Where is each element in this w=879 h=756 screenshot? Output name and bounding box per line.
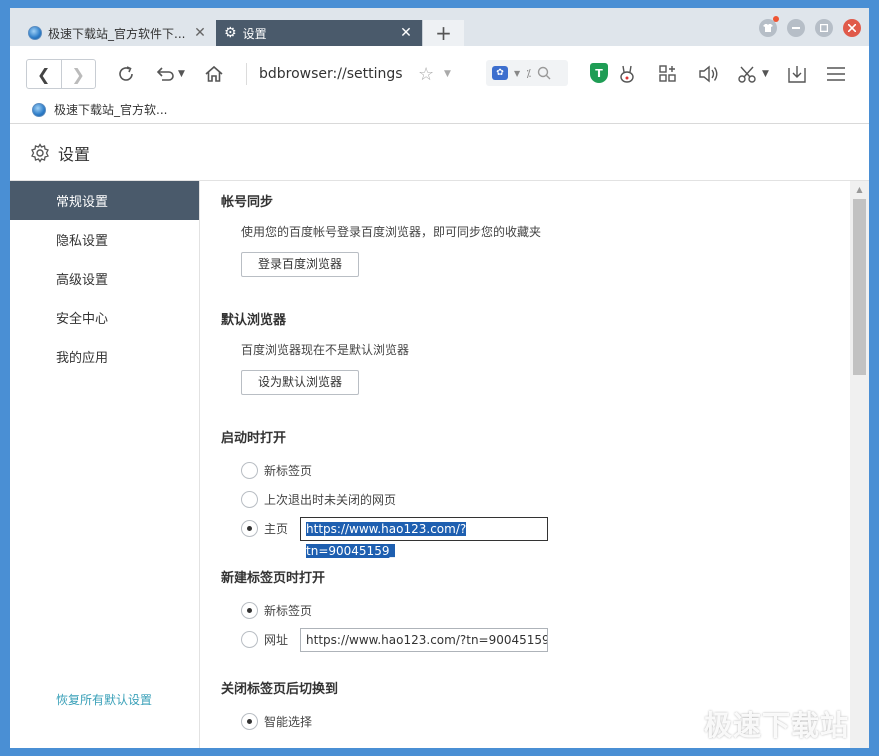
tab-settings[interactable]: ⚙ 设置 ✕ (216, 20, 422, 46)
sidebar-item-general[interactable]: 常规设置 (10, 181, 199, 220)
radio-button[interactable] (241, 491, 258, 508)
settings-sidebar: 常规设置 隐私设置 高级设置 安全中心 我的应用 恢复所有默认设置 (10, 181, 200, 748)
radio-button[interactable] (241, 602, 258, 619)
section-title-close-tab: 关闭标签页后切换到 (221, 682, 339, 697)
startup-option-restore[interactable]: 上次退出时未关闭的网页 (241, 485, 850, 514)
close-icon[interactable]: ✕ (398, 25, 414, 41)
homepage-url-value: https://www.hao123.com/?tn=90045159_ (306, 521, 467, 558)
scissors-icon[interactable] (737, 62, 757, 86)
radio-label: 上次退出时未关闭的网页 (264, 493, 397, 507)
new-tab-button[interactable]: + (422, 20, 464, 46)
radio-label: 新标签页 (264, 604, 313, 618)
close-icon[interactable]: ✕ (192, 25, 208, 41)
home-icon (205, 65, 223, 82)
close-icon (848, 24, 856, 32)
radio-button[interactable] (241, 520, 258, 537)
refresh-button[interactable] (116, 62, 136, 86)
sidebar-item-security[interactable]: 安全中心 (10, 298, 199, 337)
globe-icon (28, 26, 42, 40)
shield-icon[interactable]: T (590, 63, 608, 83)
startup-option-homepage[interactable]: 主页 https://www.hao123.com/?tn=90045159_ (241, 514, 850, 558)
radio-label: 新标签页 (264, 464, 313, 478)
undo-close-button[interactable] (154, 62, 174, 86)
download-icon[interactable] (787, 62, 807, 86)
notification-dot (773, 16, 779, 22)
chevron-down-icon[interactable]: ▼ (178, 62, 185, 86)
gear-icon (31, 142, 49, 163)
settings-content: 帐号同步 使用您的百度帐号登录百度浏览器，即可同步您的收藏夹 登录百度浏览器 默… (201, 181, 850, 748)
baidu-paw-icon: ✿ (492, 66, 508, 80)
new-tab-option-url[interactable]: 网址 https://www.hao123.com/?tn=90045159_h (241, 625, 850, 654)
split-icon: ⁒ (526, 66, 532, 80)
refresh-icon (119, 66, 133, 81)
radio-label: 智能选择 (264, 715, 313, 729)
scrollbar-thumb[interactable] (853, 199, 866, 375)
login-button[interactable]: 登录百度浏览器 (241, 252, 360, 277)
new-tab-url-value: https://www.hao123.com/?tn=90045159_h (306, 632, 549, 647)
radio-label: 主页 (264, 522, 289, 536)
startup-option-new-tab[interactable]: 新标签页 (241, 456, 850, 485)
rabbit-icon[interactable] (617, 62, 637, 86)
bookmark-item[interactable]: 极速下载站_官方软... (54, 101, 167, 118)
shirt-icon (763, 24, 773, 32)
sidebar-item-advanced[interactable]: 高级设置 (10, 259, 199, 298)
chevron-down-icon[interactable]: ▼ (444, 62, 451, 86)
section-title-startup: 启动时打开 (221, 431, 287, 446)
default-browser-description: 百度浏览器现在不是默认浏览器 (241, 343, 410, 357)
restore-defaults-link[interactable]: 恢复所有默认设置 (56, 691, 152, 708)
watermark: 极速下载站 (704, 709, 850, 742)
radio-button[interactable] (241, 631, 258, 648)
search-box[interactable]: ✿ ▼ ⁒ (486, 60, 568, 86)
radio-label: 网址 (264, 633, 289, 647)
tab-title: 极速下载站_官方软件下... (48, 26, 186, 41)
bookmark-bar: 极速下载站_官方软... (10, 96, 869, 124)
section-title-new-tab: 新建标签页时打开 (221, 571, 326, 586)
set-default-button[interactable]: 设为默认浏览器 (241, 370, 360, 395)
browser-window: 极速下载站_官方软件下... ✕ ⚙ 设置 ✕ + ❮ ❯ ▼ bdbrowse… (10, 8, 869, 748)
account-description: 使用您的百度帐号登录百度浏览器，即可同步您的收藏夹 (241, 225, 542, 239)
tab-strip: 极速下载站_官方软件下... ✕ ⚙ 设置 ✕ + (10, 8, 869, 46)
forward-button[interactable]: ❯ (62, 60, 96, 88)
tab-jisu[interactable]: 极速下载站_官方软件下... ✕ (20, 20, 216, 46)
settings-header: 设置 (10, 125, 869, 181)
toolbar: ❮ ❯ ▼ bdbrowser://settings ☆ ▼ ✿ ▼ ⁒ T ▼ (10, 46, 869, 102)
apps-icon[interactable] (658, 62, 678, 86)
scroll-up-arrow[interactable]: ▲ (850, 181, 869, 198)
maximize-icon (820, 24, 828, 32)
nav-buttons: ❮ ❯ (26, 59, 96, 89)
chevron-down-icon: ▼ (514, 68, 521, 78)
sidebar-item-my-apps[interactable]: 我的应用 (10, 337, 199, 376)
speaker-icon[interactable] (698, 62, 720, 86)
radio-button[interactable] (241, 713, 258, 730)
window-controls (759, 16, 861, 37)
search-icon (537, 66, 551, 80)
globe-icon (32, 102, 46, 117)
maximize-button[interactable] (815, 19, 833, 37)
sidebar-item-privacy[interactable]: 隐私设置 (10, 220, 199, 259)
tab-title: 设置 (242, 26, 267, 41)
undo-icon (156, 67, 174, 81)
radio-button[interactable] (241, 462, 258, 479)
skin-button[interactable] (759, 16, 779, 37)
minimize-icon (792, 27, 800, 29)
scrollbar[interactable]: ▲ (850, 181, 869, 748)
star-icon[interactable]: ☆ (418, 62, 434, 86)
page-title: 设置 (58, 144, 91, 164)
new-tab-url-field[interactable]: https://www.hao123.com/?tn=90045159_h (300, 627, 549, 652)
menu-icon[interactable] (826, 62, 846, 86)
new-tab-option-new-tab[interactable]: 新标签页 (241, 596, 850, 625)
home-button[interactable] (204, 62, 224, 86)
chevron-down-icon[interactable]: ▼ (762, 62, 769, 86)
homepage-url-field[interactable]: https://www.hao123.com/?tn=90045159_ (300, 516, 549, 558)
section-title-default-browser: 默认浏览器 (221, 313, 287, 328)
section-title-account: 帐号同步 (221, 195, 274, 210)
close-window-button[interactable] (843, 19, 861, 37)
gear-icon: ⚙ (224, 25, 237, 41)
minimize-button[interactable] (787, 19, 805, 37)
back-button[interactable]: ❮ (27, 60, 62, 88)
